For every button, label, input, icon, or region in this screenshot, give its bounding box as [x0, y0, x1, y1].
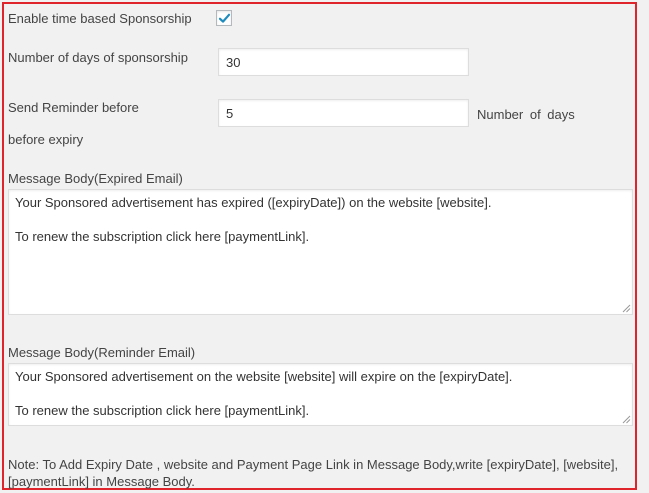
days-of-sponsorship-label: Number of days of sponsorship	[8, 50, 188, 65]
check-icon	[218, 13, 231, 23]
send-reminder-label: Send Reminder before	[8, 100, 139, 115]
expired-email-label: Message Body(Expired Email)	[8, 171, 183, 186]
resize-grip-icon[interactable]	[622, 304, 631, 313]
reminder-email-body-line1: Your Sponsored advertisement on the webs…	[15, 369, 513, 384]
send-reminder-label-line2: before expiry	[8, 132, 84, 147]
reminder-days-input[interactable]: 5	[218, 99, 469, 127]
enable-sponsorship-checkbox[interactable]	[216, 10, 232, 26]
reminder-email-label: Message Body(Reminder Email)	[8, 345, 196, 360]
resize-grip-icon[interactable]	[622, 415, 631, 424]
reminder-email-body-line2: To renew the subscription click here [pa…	[15, 403, 310, 418]
reminder-days-suffix: Number of days	[477, 107, 575, 122]
placeholder-note: Note: To Add Expiry Date , website and P…	[8, 457, 619, 489]
expired-email-body-textarea[interactable]: Your Sponsored advertisement has expired…	[8, 189, 633, 315]
expired-email-body-line1: Your Sponsored advertisement has expired…	[15, 195, 492, 210]
days-of-sponsorship-input[interactable]: 30	[218, 48, 469, 76]
expired-email-body-line2: To renew the subscription click here [pa…	[15, 229, 310, 244]
enable-sponsorship-label: Enable time based Sponsorship	[8, 11, 192, 26]
reminder-email-body-textarea[interactable]: Your Sponsored advertisement on the webs…	[8, 363, 633, 426]
